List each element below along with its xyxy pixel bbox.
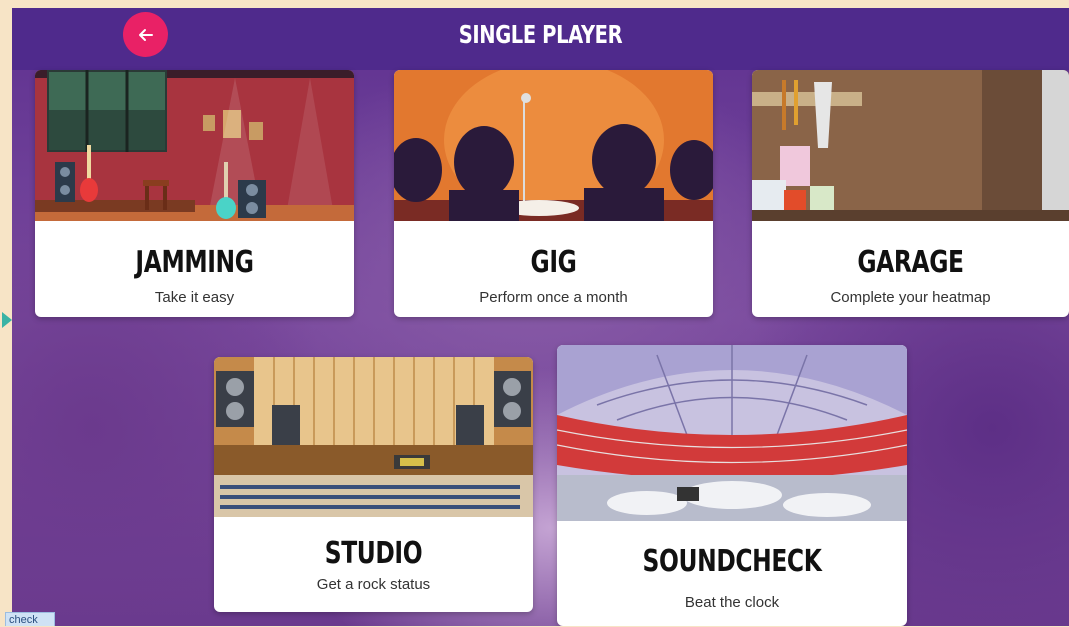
soundcheck-illustration: [557, 345, 907, 521]
mode-card-soundcheck[interactable]: SOUNDCHECK Beat the clock: [557, 345, 907, 626]
mode-subtitle-studio: Get a rock status: [316, 576, 431, 593]
jamming-illustration: [35, 70, 354, 221]
mode-name-jamming: JAMMING: [135, 245, 254, 280]
mode-name-soundcheck: SOUNDCHECK: [642, 544, 822, 579]
page-title: SINGLE PLAYER: [458, 20, 623, 49]
mode-card-garage[interactable]: GARAGE Complete your heatmap: [752, 70, 1069, 317]
mode-name-garage: GARAGE: [857, 245, 964, 280]
mode-card-gig[interactable]: GIG Perform once a month: [394, 70, 713, 317]
top-bar: SINGLE PLAYER: [12, 8, 1069, 70]
mode-subtitle-soundcheck: Beat the clock: [684, 594, 780, 611]
studio-illustration: [214, 357, 533, 517]
mode-card-jamming[interactable]: JAMMING Take it easy: [35, 70, 354, 317]
app-frame: SINGLE PLAYER JAMMING Take it easy GIG P…: [12, 8, 1069, 626]
mode-name-gig: GIG: [530, 245, 577, 280]
mode-subtitle-gig: Perform once a month: [479, 289, 628, 306]
mode-subtitle-jamming: Take it easy: [154, 289, 235, 306]
bottom-tab[interactable]: check: [5, 612, 55, 626]
mode-name-studio: STUDIO: [324, 536, 423, 571]
side-arrow-icon[interactable]: [2, 312, 12, 328]
mode-card-studio[interactable]: STUDIO Get a rock status: [214, 357, 533, 612]
garage-illustration: [752, 70, 1069, 221]
gig-illustration: [394, 70, 713, 221]
mode-subtitle-garage: Complete your heatmap: [830, 289, 991, 306]
